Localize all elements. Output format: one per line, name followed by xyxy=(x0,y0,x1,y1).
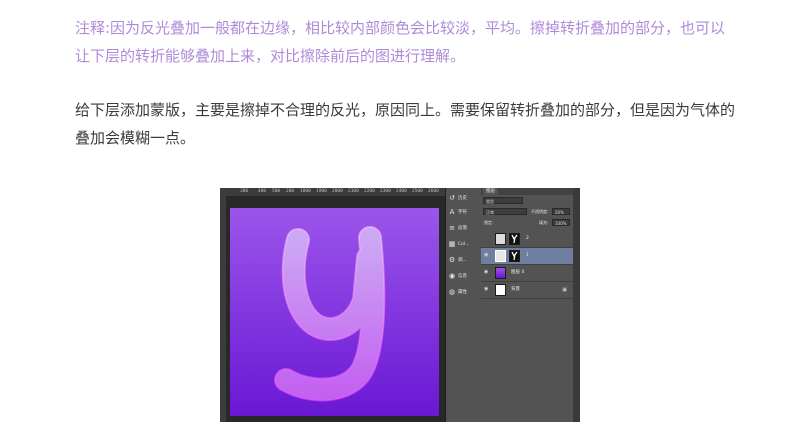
tab-layers[interactable]: 图层 xyxy=(483,188,498,195)
panel-label: 属性 xyxy=(458,290,467,295)
canvas[interactable] xyxy=(230,208,439,416)
panel-label: 调... xyxy=(458,258,467,263)
ruler-tick: 1800 xyxy=(300,189,311,194)
properties-icon: ◉ xyxy=(448,272,456,280)
visibility-eye-icon[interactable]: ◉ xyxy=(484,287,489,292)
panel-character[interactable]: A 字符 xyxy=(448,206,479,218)
layer-name: 背景 xyxy=(511,287,520,292)
panel-color[interactable]: ▦ Col... xyxy=(448,238,479,250)
ruler-tick: 2300 xyxy=(380,189,391,194)
layer-name: 2 xyxy=(526,236,529,241)
layer-thumbnail xyxy=(495,267,506,279)
color-icon: ▦ xyxy=(448,240,456,248)
ruler-tick: 300 xyxy=(240,189,249,194)
ruler-tick: 200 xyxy=(286,189,295,194)
lock-label: 锁定: xyxy=(484,220,494,225)
panel-info[interactable]: ◉ 信息 xyxy=(448,270,479,282)
layer-row[interactable]: ◉ 背景 ▣ xyxy=(481,282,573,299)
blend-mode-select[interactable]: 正常 xyxy=(483,208,527,215)
mask-y-icon xyxy=(511,234,518,244)
layer-thumbnail xyxy=(495,233,506,245)
ruler-tick: 2000 xyxy=(332,189,343,194)
swatches-icon: ◍ xyxy=(448,288,456,296)
document-window[interactable] xyxy=(226,196,445,422)
panel-paragraph[interactable]: ≡ 段落 xyxy=(448,222,479,234)
layer-filter-select[interactable]: 类型 xyxy=(483,197,523,204)
ruler-tick: 500 xyxy=(272,189,281,194)
opacity-input[interactable]: 20% xyxy=(552,208,570,215)
lock-icon: ▣ xyxy=(562,287,567,293)
paragraph-icon: ≡ xyxy=(449,224,455,232)
panel-history[interactable]: ↺ 历史 xyxy=(448,192,479,204)
visibility-eye-icon[interactable]: ◉ xyxy=(484,270,489,275)
layer-mask-thumbnail[interactable] xyxy=(509,250,520,262)
panel-label: 段落 xyxy=(458,226,467,231)
ruler-tick: 400 xyxy=(258,189,267,194)
layer-row[interactable]: ◉ 图层 4 xyxy=(481,265,573,282)
history-icon: ↺ xyxy=(449,194,455,202)
panel-properties[interactable]: ◍ 属性 xyxy=(448,286,479,298)
fill-input[interactable]: 100% xyxy=(552,219,570,226)
opacity-label: 不透明度: xyxy=(531,209,549,214)
panel-label: 字符 xyxy=(458,210,467,215)
layer-mask-thumbnail[interactable] xyxy=(509,233,520,245)
fill-label: 填充: xyxy=(539,220,549,225)
ruler-tick: 1900 xyxy=(316,189,327,194)
ruler-tick: 2100 xyxy=(348,189,359,194)
ruler-tick: 2200 xyxy=(364,189,375,194)
ruler-tick: 2400 xyxy=(396,189,407,194)
ruler-tick: 2500 xyxy=(412,189,423,194)
body-paragraph: 给下层添加蒙版，主要是擦掉不合理的反光，原因同上。需要保留转折叠加的部分，但是因… xyxy=(75,101,736,147)
layers-panel-header: 图层 xyxy=(481,188,573,195)
character-icon: A xyxy=(449,208,455,216)
mask-y-icon xyxy=(511,251,518,261)
layer-name: 1 xyxy=(526,253,529,258)
layer-row-selected[interactable]: ◉ 1 xyxy=(481,248,573,265)
collapsed-panels: ↺ 历史 A 字符 ≡ 段落 ▦ Col... ⚙ 调... ◉ 信息 ◍ 属性 xyxy=(445,188,482,422)
panel-adjustments[interactable]: ⚙ 调... xyxy=(448,254,479,266)
ruler-tick: 2600 xyxy=(428,189,439,194)
right-panel-edge xyxy=(573,188,580,422)
visibility-eye-icon[interactable] xyxy=(484,236,489,241)
adjustments-icon: ⚙ xyxy=(448,256,456,264)
layer-thumbnail xyxy=(495,250,506,262)
note-paragraph: 注释:因为反光叠加一般都在边缘，相比较内部颜色会比较淡，平均。擦掉转折叠加的部分… xyxy=(75,19,726,65)
panel-label: 信息 xyxy=(458,274,467,279)
visibility-eye-icon[interactable]: ◉ xyxy=(484,253,489,258)
panel-label: 历史 xyxy=(458,196,467,201)
layer-row[interactable]: 2 xyxy=(481,231,573,248)
panel-label: Col... xyxy=(458,241,470,247)
photoshop-screenshot: 300 400 500 200 1800 1900 2000 2100 2200… xyxy=(220,188,580,422)
layers-panel: 图层 类型 正常 不透明度: 20% 锁定: 填充: 100% 2 ◉ 1 ◉ xyxy=(481,188,573,422)
layer-name: 图层 4 xyxy=(511,270,525,275)
letter-y-artwork xyxy=(274,226,386,402)
layer-thumbnail xyxy=(495,284,506,296)
